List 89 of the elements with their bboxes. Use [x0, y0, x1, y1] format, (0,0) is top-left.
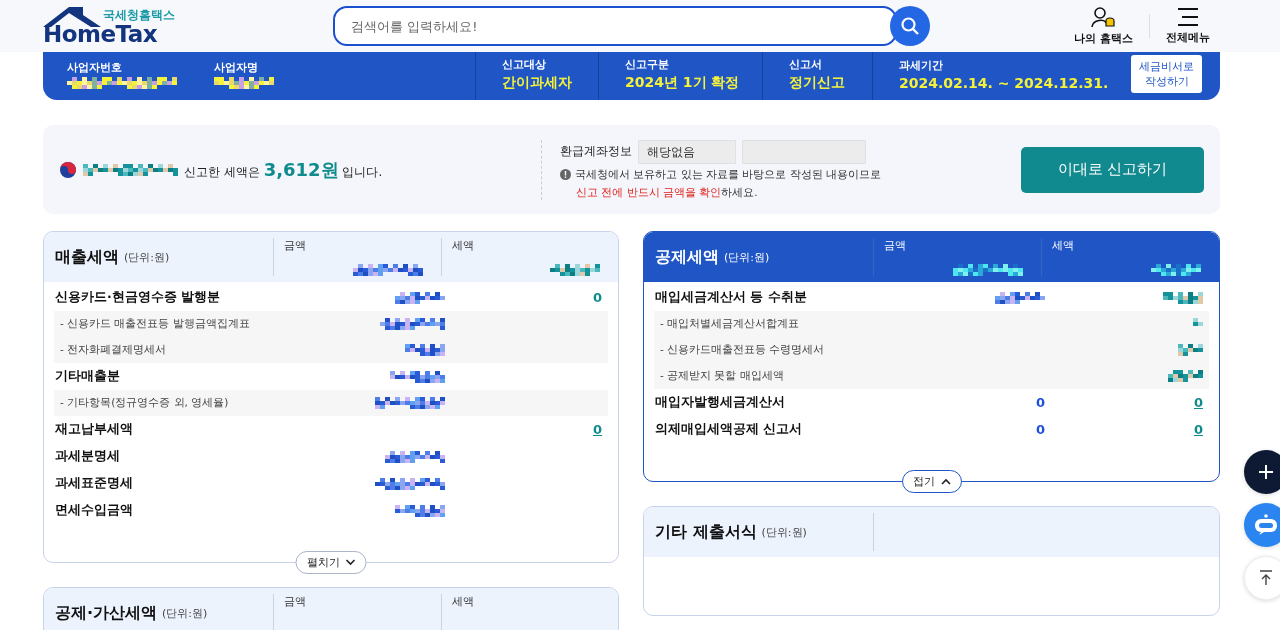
row-label: 과세분명세: [54, 448, 121, 465]
notice-text: 국세청에서 보유하고 있는 자료를 바탕으로 작성된 내용이므로: [575, 167, 882, 182]
row-label: - 기타항목(정규영수증 외, 영세율): [59, 396, 230, 410]
row-label: 재고납부세액: [54, 421, 134, 438]
emblem-icon: [59, 160, 77, 179]
arrow-up-icon: [1259, 570, 1273, 586]
menu-icon: [1177, 7, 1199, 27]
row-label: 면세수입금액: [54, 502, 134, 519]
info-label: 신고대상: [502, 56, 547, 72]
account-field: 해당없음: [638, 139, 736, 164]
redacted-mosaic: [405, 344, 445, 356]
warning-text: 신고 전에 반드시 금액을 확인하세요.: [575, 185, 759, 200]
amount-value: 0: [1035, 422, 1045, 437]
redacted-mosaic: [390, 370, 445, 383]
redacted-mosaic: [375, 477, 445, 490]
column-label: 금액: [884, 238, 907, 253]
unit-label: (단위:원): [761, 524, 807, 540]
column-label: 세액: [452, 238, 475, 253]
amount-value: 0: [592, 290, 602, 305]
redacted-mosaic: [953, 264, 1023, 276]
row-label: - 매입처별세금계산서합계표: [659, 317, 801, 331]
info-label: 사업자명: [214, 59, 259, 75]
redacted-mosaic: [380, 318, 445, 330]
row-label: - 신용카드 매출전표등 발행금액집계표: [59, 317, 251, 331]
panel-title: 공제·가산세액: [55, 602, 158, 624]
redacted-mosaic: [1168, 370, 1203, 382]
redacted-mosaic: [375, 397, 445, 409]
row-label: 과세표준명세: [54, 475, 134, 492]
info-label: 사업자번호: [67, 59, 123, 75]
redacted-mosaic: [1178, 344, 1203, 356]
chevron-icon: [940, 478, 951, 485]
redacted-mosaic: [214, 76, 274, 89]
panel-title: 공제세액: [655, 246, 719, 268]
row-label: - 공제받지 못할 매입세액: [659, 369, 785, 383]
unit-label: (단위:원): [124, 249, 170, 265]
redacted-mosaic: [1163, 291, 1203, 304]
toggle-button[interactable]: 접기: [901, 470, 962, 493]
info-value: 간이과세자: [502, 73, 573, 92]
column-label: 금액: [284, 594, 307, 609]
unit-label: (단위:원): [724, 249, 770, 265]
info-value: 정기신고: [789, 73, 846, 92]
redacted-mosaic: [385, 450, 445, 463]
search-icon: [900, 16, 920, 36]
row-label: 매입자발행세금계산서: [654, 394, 786, 411]
tax-amount-text: 신고한 세액은 3,612원 입니다.: [184, 157, 383, 182]
robot-icon: [1253, 514, 1279, 536]
submit-button[interactable]: 이대로 신고하기: [1021, 146, 1204, 193]
unit-label: (단위:원): [162, 605, 208, 621]
panel-title: 매출세액: [55, 246, 119, 268]
search-field[interactable]: 검색어를 입력하세요!: [333, 6, 897, 46]
redacted-mosaic: [1151, 264, 1201, 276]
chevron-icon: [345, 559, 356, 566]
info-value: 2024.02.14. ~ 2024.12.31.: [899, 74, 1109, 91]
amount-link[interactable]: 0: [1193, 422, 1203, 437]
column-label: 세액: [452, 594, 475, 609]
panel-title: 기타 제출서식: [655, 521, 757, 543]
redacted-mosaic: [550, 264, 600, 276]
add-button[interactable]: [1244, 450, 1280, 494]
amount-link[interactable]: 0: [592, 422, 602, 437]
info-label: 과세기간: [899, 57, 944, 73]
user-bell-icon: [1090, 6, 1117, 28]
column-label: 세액: [1052, 238, 1075, 253]
plus-icon: [1258, 464, 1274, 480]
scroll-top-button[interactable]: [1244, 556, 1280, 600]
row-label: - 신용카드매출전표등 수령명세서: [659, 343, 826, 357]
account-label: 환급계좌정보: [560, 143, 632, 160]
nav-button[interactable]: 나의 홈택스: [1058, 6, 1149, 46]
info-label: 신고구분: [625, 56, 670, 72]
column-label: 금액: [284, 238, 307, 253]
redacted-mosaic: [395, 291, 445, 304]
row-label: 신용카드·현금영수증 발행분: [54, 289, 222, 306]
row-label: 기타매출분: [54, 368, 121, 385]
redacted-mosaic: [395, 504, 445, 517]
info-value: 2024년 1기 확정: [625, 73, 741, 92]
logo-text: HomeTax: [43, 21, 158, 47]
info-icon: [560, 169, 571, 180]
amount-link[interactable]: 0: [1193, 395, 1203, 410]
nav-button[interactable]: 전체메뉴: [1150, 7, 1226, 45]
row-label: 매입세금계산서 등 수취분: [654, 289, 808, 306]
row-label: - 전자화폐결제명세서: [59, 343, 168, 357]
toggle-button[interactable]: 펼치기: [295, 551, 367, 574]
logo-subtitle: 국세청홈택스: [103, 7, 175, 24]
tax-assistant-button[interactable]: 세금비서로 작성하기: [1131, 54, 1202, 94]
amount-value: 0: [1035, 395, 1045, 410]
chatbot-button[interactable]: [1244, 503, 1280, 547]
redacted-mosaic: [353, 264, 423, 276]
row-label: 의제매입세액공제 신고서: [654, 421, 804, 438]
info-label: 신고서: [789, 56, 823, 72]
redacted-mosaic: [995, 291, 1045, 304]
